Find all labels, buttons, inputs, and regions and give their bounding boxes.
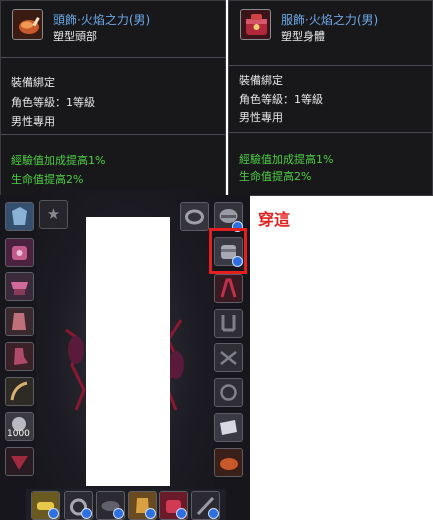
item-type: 塑型身體 — [281, 30, 325, 43]
exchange-badge-icon — [113, 508, 124, 519]
exchange-badge-icon — [145, 508, 156, 519]
exchange-badge-icon — [208, 508, 219, 519]
stat-hp-bonus: 生命值提高2% — [239, 170, 312, 183]
equip-slot-left-4[interactable] — [5, 307, 34, 336]
stat-hp-bonus: 生命值提高2% — [11, 173, 84, 186]
treasure-chest-icon — [240, 9, 271, 40]
roast-chicken-icon — [12, 9, 43, 40]
divider — [1, 134, 225, 135]
equip-slot-right-4[interactable] — [214, 309, 243, 338]
item-count: 1000 — [7, 429, 30, 439]
level-requirement: 角色等級：1等級 — [239, 93, 323, 106]
divider — [229, 132, 432, 133]
character-image-placeholder — [86, 217, 170, 486]
equip-slot-left-2[interactable] — [5, 238, 34, 267]
equip-slot-right-7[interactable] — [214, 413, 243, 442]
binding-text: 裝備綁定 — [11, 76, 55, 89]
equip-slot-left-7[interactable]: 1000 — [5, 412, 34, 441]
exchange-badge-icon — [48, 508, 59, 519]
level-requirement: 角色等級：1等級 — [11, 96, 95, 109]
equip-slot-right-5[interactable] — [214, 343, 243, 372]
gender-requirement: 男性專用 — [11, 115, 55, 128]
equip-slot-left-3[interactable] — [5, 272, 34, 301]
tooltip-body-costume: 服飾·火焰之力(男) 塑型身體 裝備綁定 角色等級：1等級 男性專用 經驗值加成… — [228, 0, 433, 196]
item-name: 服飾·火焰之力(男) — [281, 13, 379, 27]
stat-exp-bonus: 經驗值加成提高1% — [239, 153, 334, 166]
stat-exp-bonus: 經驗值加成提高1% — [11, 154, 106, 167]
equip-slot-weapon[interactable] — [180, 202, 209, 231]
equip-slot-right-6[interactable] — [214, 378, 243, 407]
equip-slot-right-8[interactable] — [214, 448, 243, 477]
highlight-box — [209, 228, 247, 274]
item-type: 塑型頭部 — [53, 30, 97, 43]
exchange-badge-icon — [81, 508, 92, 519]
star-icon[interactable]: ★ — [39, 200, 68, 229]
gender-requirement: 男性專用 — [239, 111, 283, 124]
exchange-badge-icon — [176, 508, 187, 519]
equip-slot-left-6[interactable] — [5, 377, 34, 406]
item-name: 頭飾·火焰之力(男) — [53, 13, 151, 27]
annotation-text: 穿這 — [258, 210, 291, 229]
binding-text: 裝備綁定 — [239, 74, 283, 87]
divider — [1, 57, 225, 58]
divider — [229, 65, 432, 66]
equip-slot-left-1[interactable] — [5, 202, 34, 231]
tooltip-head-costume: 頭飾·火焰之力(男) 塑型頭部 裝備綁定 角色等級：1等級 男性專用 經驗值加成… — [0, 0, 226, 196]
equip-slot-left-8[interactable] — [5, 447, 34, 476]
equip-slot-right-3[interactable] — [214, 274, 243, 303]
equip-slot-left-5[interactable] — [5, 342, 34, 371]
